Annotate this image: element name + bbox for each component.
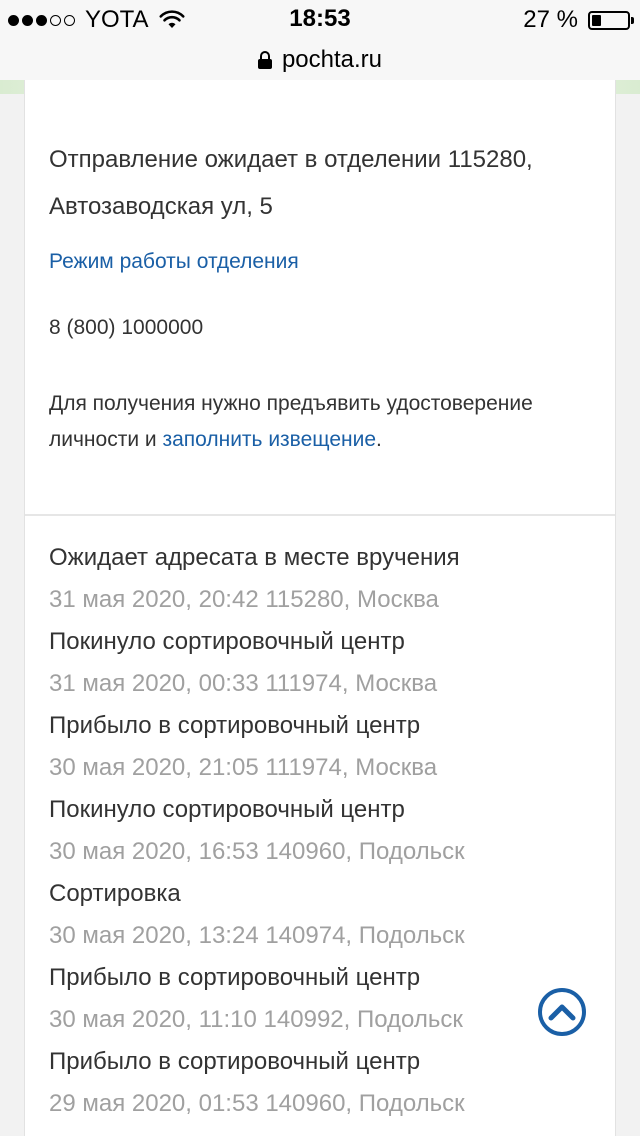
history-meta: 30 мая 2020, 16:53 140960, Подольск xyxy=(49,838,465,865)
history-status: Ожидает адресата в месте вручения xyxy=(49,544,460,571)
page-margin-right xyxy=(616,80,640,1136)
history-item: Ожидает адресата в месте вручения 31 мая… xyxy=(49,538,609,622)
status-bar: YOTA 18:53 27 % xyxy=(0,0,640,40)
divider xyxy=(25,514,615,516)
history-meta: 30 мая 2020, 21:05 111974, Москва xyxy=(49,754,438,781)
history-status: Прибыло в сортировочный центр xyxy=(49,712,421,739)
history-meta: 30 мая 2020, 11:10 140992, Подольск xyxy=(49,1006,463,1033)
tracking-card: Отправление ожидает в отделении 115280, … xyxy=(24,80,616,1136)
history-meta: 31 мая 2020, 20:42 115280, Москва xyxy=(49,586,439,613)
url-text: pochta.ru xyxy=(281,46,383,73)
history-item: Прибыло в сортировочный центр 29 мая 202… xyxy=(49,1042,609,1126)
history-meta: 29 мая 2020, 01:53 140960, Подольск xyxy=(49,1090,465,1117)
battery-level xyxy=(592,14,601,26)
battery-icon xyxy=(588,10,634,30)
office-status-title: Отправление ожидает в отделении 115280, … xyxy=(49,146,533,220)
status-right: 27 % xyxy=(523,6,634,34)
scroll-to-top-button[interactable] xyxy=(538,988,586,1036)
battery-percent: 27 % xyxy=(523,6,578,33)
history-item: Покинуло сортировочный центр 31 мая 2020… xyxy=(49,622,609,706)
office-phone[interactable]: 8 (800) 1000000 xyxy=(49,316,203,340)
history-status: Прибыло в сортировочный центр xyxy=(49,964,421,991)
page-margin-left xyxy=(0,80,24,1136)
history-status: Покинуло сортировочный центр xyxy=(49,796,405,823)
history-item: Сортировка 30 мая 2020, 13:24 140974, По… xyxy=(49,874,609,958)
history-status: Покинуло сортировочный центр xyxy=(49,628,405,655)
history-item: Прибыло в сортировочный центр 30 мая 202… xyxy=(49,958,609,1042)
fill-notice-link[interactable]: заполнить извещение xyxy=(162,428,376,451)
pickup-requirement: Для получения нужно предъявить удостовер… xyxy=(49,386,589,458)
chevron-up-icon xyxy=(548,1004,576,1021)
history-item: Покинуло сортировочный центр 30 мая 2020… xyxy=(49,790,609,874)
address-bar[interactable]: pochta.ru xyxy=(0,40,640,80)
history-meta: 30 мая 2020, 13:24 140974, Подольск xyxy=(49,922,465,949)
requirement-suffix: . xyxy=(376,428,382,451)
tracking-history: Ожидает адресата в месте вручения 31 мая… xyxy=(49,538,609,1126)
lock-icon xyxy=(257,51,272,69)
office-hours-link[interactable]: Режим работы отделения xyxy=(49,250,299,274)
history-status: Прибыло в сортировочный центр xyxy=(49,1048,421,1075)
history-meta: 31 мая 2020, 00:33 111974, Москва xyxy=(49,670,438,697)
history-item: Прибыло в сортировочный центр 30 мая 202… xyxy=(49,706,609,790)
history-status: Сортировка xyxy=(49,880,181,907)
